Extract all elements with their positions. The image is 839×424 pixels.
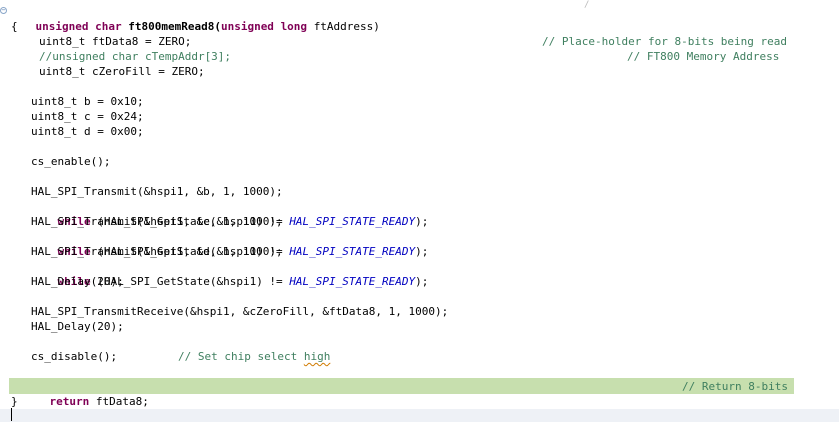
code-line[interactable]: uint8_t c = 0x24; xyxy=(31,109,144,124)
keyword: unsigned xyxy=(35,20,89,33)
text-cursor xyxy=(11,408,12,421)
editor-bottom-area[interactable] xyxy=(0,409,839,422)
code-line[interactable]: cs_disable(); xyxy=(31,349,117,364)
function-signature[interactable]: unsigned char ft800memRead8(unsigned lon… xyxy=(9,4,380,33)
ruler-mark: / xyxy=(584,0,590,10)
spelling-warning[interactable]: high xyxy=(304,350,331,363)
code-line[interactable]: HAL_Delay(20); xyxy=(31,274,124,289)
code-comment[interactable]: //unsigned char cTempAddr[3]; xyxy=(39,49,231,64)
editor-gutter xyxy=(0,0,9,422)
code-line[interactable]: while (HAL_SPI_GetState(&hspi1) != HAL_S… xyxy=(31,259,429,288)
code-comment: // Set chip select high xyxy=(178,350,331,363)
code-line[interactable]: HAL_SPI_Transmit(&hspi1, &c, 1, 1000); xyxy=(31,214,283,229)
code-line[interactable]: uint8_t b = 0x10; xyxy=(31,94,144,109)
keyword: return xyxy=(49,395,90,408)
collapse-icon[interactable]: − xyxy=(0,7,7,14)
return-line[interactable]: return ftData8; xyxy=(23,379,149,408)
code-line[interactable]: uint8_t cZeroFill = ZERO; xyxy=(39,64,205,79)
keyword: long xyxy=(280,20,308,33)
open-brace[interactable]: { xyxy=(11,19,18,34)
code-line[interactable]: uint8_t d = 0x00; xyxy=(31,124,144,139)
code-line[interactable]: while (HAL_SPI_GetState(&hspi1) != HAL_S… xyxy=(31,199,429,228)
code-line[interactable]: HAL_SPI_Transmit(&hspi1, &d, 1, 1000); xyxy=(31,244,283,259)
code-comment: // Return 8-bits xyxy=(682,380,788,393)
keyword: char xyxy=(95,20,122,33)
constant: HAL_SPI_STATE_READY xyxy=(289,215,416,228)
function-name: ft800memRead8( xyxy=(128,20,221,33)
code-line[interactable]: HAL_SPI_TransmitReceive(&hspi1, &cZeroFi… xyxy=(31,304,448,319)
constant: HAL_SPI_STATE_READY xyxy=(289,245,416,258)
code-line[interactable]: cs_enable(); xyxy=(31,154,110,169)
code-line[interactable]: HAL_Delay(20); xyxy=(31,319,124,334)
code-line[interactable]: uint8_t ftData8 = ZERO; xyxy=(39,34,191,49)
close-brace[interactable]: } xyxy=(11,394,18,409)
code-editor[interactable]: − / unsigned char ft800memRead8(unsigned… xyxy=(0,0,839,422)
keyword: unsigned xyxy=(220,20,274,33)
code-comment: // FT800 Memory Address xyxy=(627,50,780,63)
code-line[interactable]: while (HAL_SPI_GetState(&hspi1) != HAL_S… xyxy=(31,229,429,258)
constant: HAL_SPI_STATE_READY xyxy=(289,275,416,288)
code-line[interactable]: HAL_SPI_Transmit(&hspi1, &b, 1, 1000); xyxy=(31,184,283,199)
param-name: ftAddress) xyxy=(313,20,380,33)
code-comment: // Place-holder for 8-bits being read xyxy=(542,35,788,48)
